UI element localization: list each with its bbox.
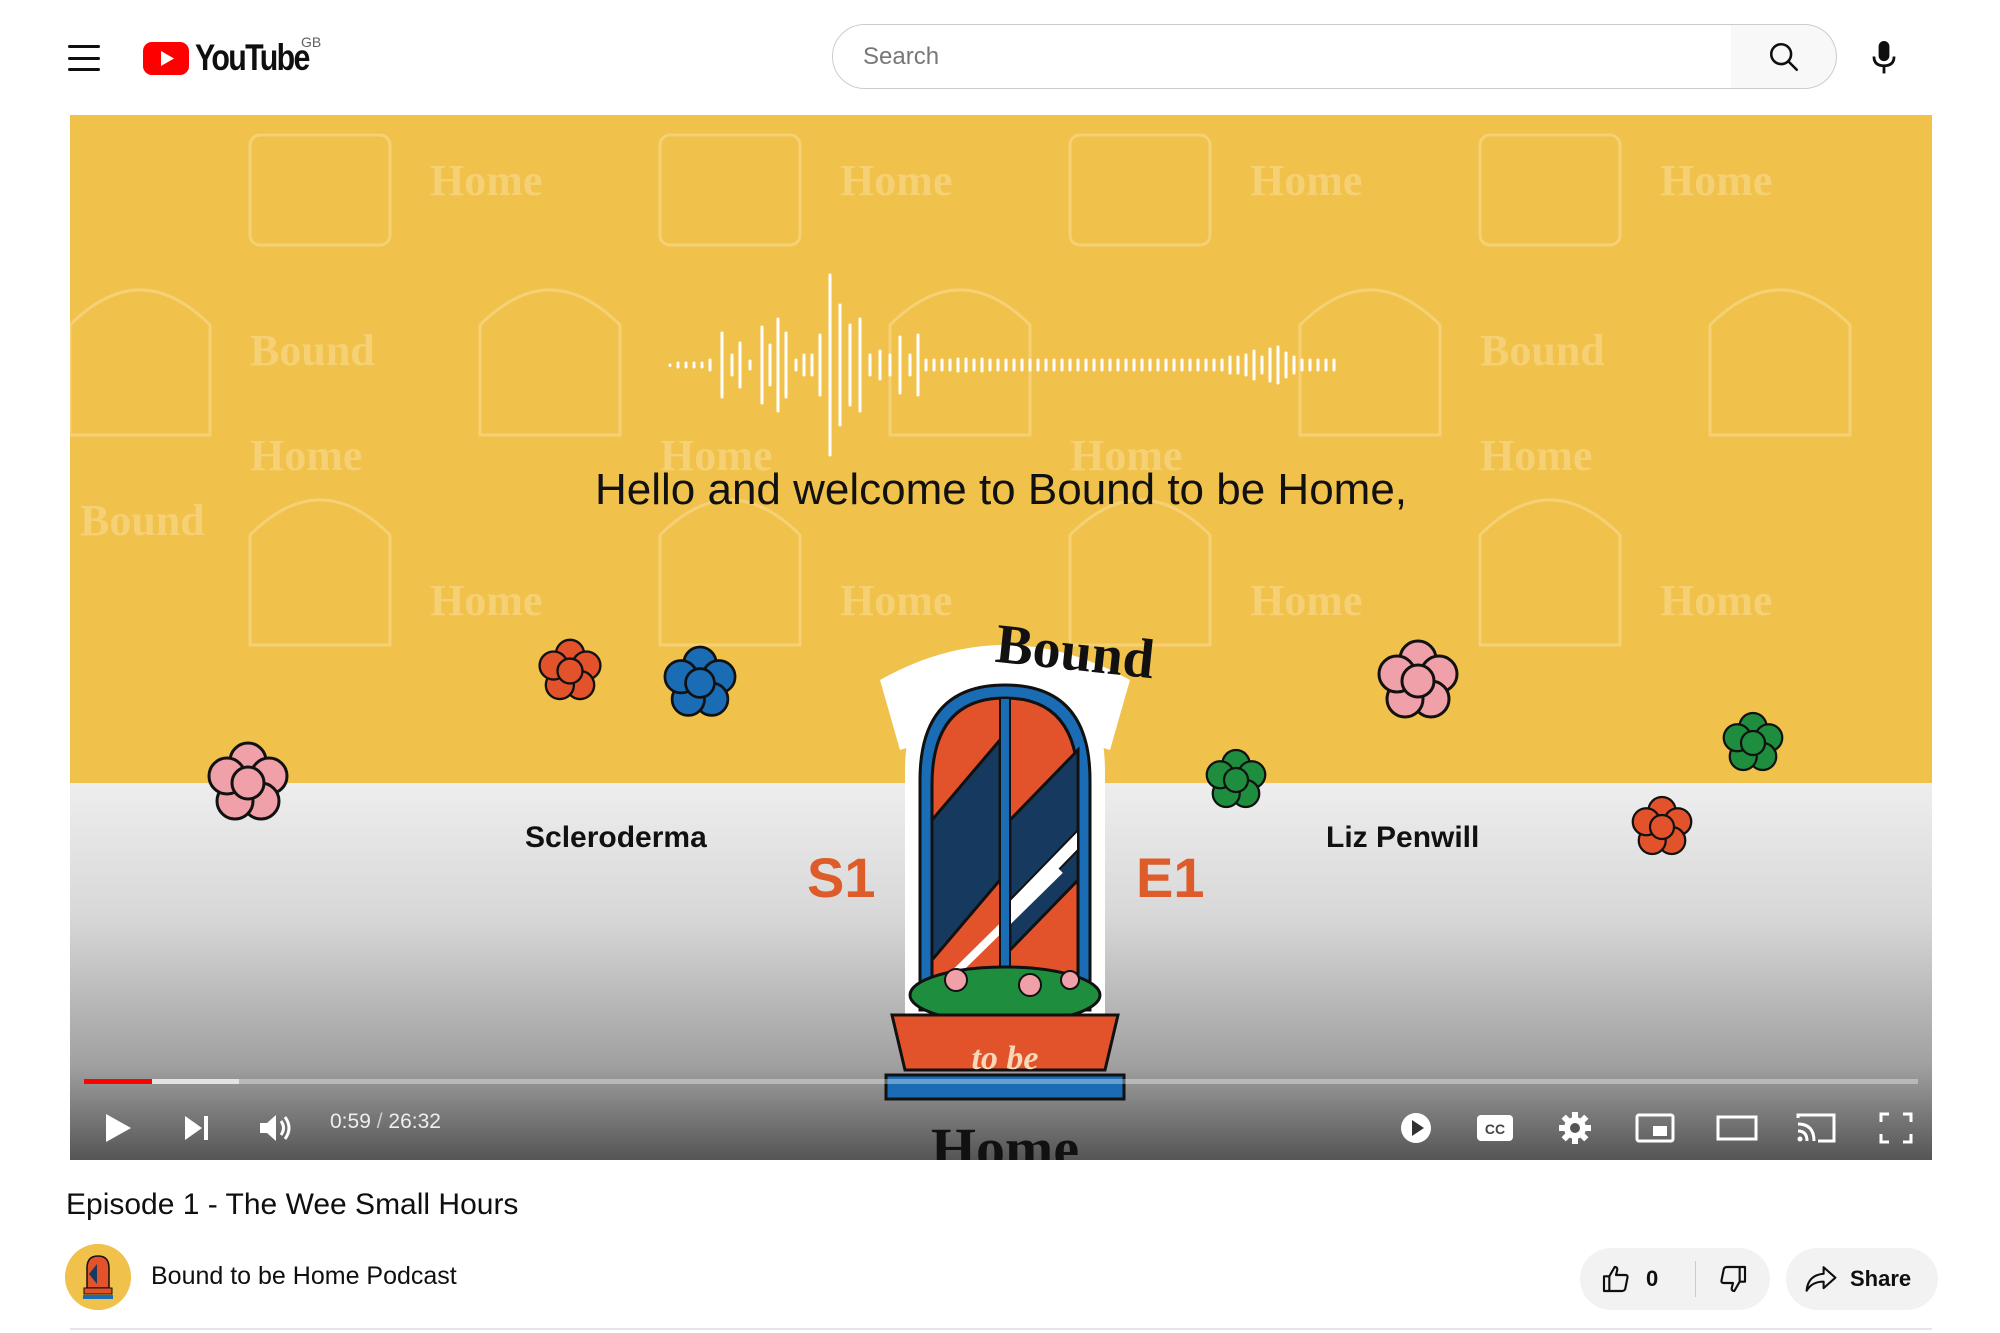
logo-wordmark: YouTube (195, 37, 310, 78)
theater-mode-button[interactable] (1705, 1100, 1769, 1156)
menu-button[interactable] (60, 40, 110, 76)
total-time: 26:32 (388, 1110, 441, 1133)
next-button[interactable] (168, 1100, 224, 1156)
miniplayer-icon (1635, 1113, 1675, 1143)
miniplayer-button[interactable] (1625, 1100, 1685, 1156)
fullscreen-icon (1879, 1112, 1913, 1144)
youtube-play-icon (143, 41, 189, 75)
gear-icon (1559, 1112, 1591, 1144)
share-label: Share (1850, 1266, 1912, 1291)
logo-word-bottom: Home (930, 1116, 1080, 1160)
microphone-icon (1872, 41, 1896, 74)
progress-played (84, 1079, 152, 1084)
like-dislike-group: 0 (1580, 1248, 1770, 1310)
section-divider (70, 1328, 1932, 1330)
theater-mode-icon (1716, 1115, 1758, 1141)
like-button[interactable]: 0 (1580, 1248, 1695, 1310)
closed-captions-icon: CC (1477, 1115, 1513, 1141)
play-icon (106, 1114, 131, 1142)
autoplay-icon (1401, 1113, 1431, 1143)
menu-icon-line (68, 68, 100, 71)
menu-icon-line (68, 45, 100, 48)
play-button[interactable] (90, 1100, 146, 1156)
fullscreen-button[interactable] (1866, 1100, 1926, 1156)
thumbs-down-icon (1720, 1265, 1747, 1293)
share-button[interactable]: Share (1786, 1248, 1938, 1310)
time-separator: / (370, 1110, 389, 1133)
autoplay-toggle[interactable] (1388, 1100, 1444, 1156)
logo-word-middle: to be (971, 1040, 1039, 1077)
volume-button[interactable] (248, 1100, 304, 1156)
subtitles-button[interactable]: CC (1465, 1100, 1525, 1156)
next-icon (185, 1116, 208, 1140)
episode-label: E1 (1136, 846, 1205, 909)
voice-search-button[interactable] (1860, 34, 1908, 82)
menu-icon-line (68, 56, 100, 60)
like-count: 0 (1646, 1266, 1659, 1291)
cast-icon (1796, 1113, 1836, 1143)
svg-text:CC: CC (1485, 1121, 1505, 1137)
channel-name: Bound to be Home Podcast (151, 1262, 457, 1290)
guest-name: Liz Penwill (1326, 821, 1480, 854)
search-input[interactable] (861, 41, 1685, 72)
progress-bar[interactable] (84, 1079, 1918, 1084)
video-title: Episode 1 - The Wee Small Hours (66, 1188, 519, 1221)
channel-avatar[interactable] (65, 1244, 131, 1310)
settings-button[interactable] (1545, 1100, 1605, 1156)
volume-icon (260, 1115, 291, 1141)
season-label: S1 (807, 846, 876, 909)
video-player[interactable]: Home Home Home Home Bound Home Home Home … (70, 115, 1932, 1160)
thumbs-up-icon (1602, 1265, 1629, 1293)
cast-button[interactable] (1786, 1100, 1846, 1156)
share-icon (1805, 1266, 1837, 1292)
current-time: 0:59 (330, 1110, 371, 1133)
dislike-button[interactable] (1696, 1248, 1770, 1310)
search-button[interactable] (1731, 24, 1837, 89)
channel-logo-icon (65, 1244, 131, 1310)
time-display: 0:59 / 26:32 (330, 1110, 441, 1134)
search-box (832, 24, 1732, 89)
search-icon (1769, 42, 1798, 71)
episode-topic: Scleroderma (525, 821, 707, 854)
region-code: GB (301, 34, 322, 50)
